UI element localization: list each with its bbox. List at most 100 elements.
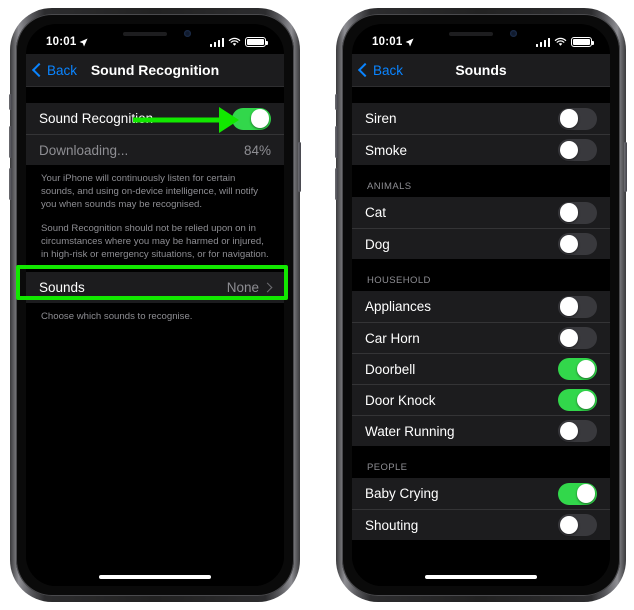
- footnote-2: Sound Recognition should not be relied u…: [41, 223, 269, 260]
- toggle-knob: [559, 109, 579, 128]
- row-downloading: Downloading... 84%: [26, 134, 284, 165]
- row-sound[interactable]: Car Horn: [352, 322, 610, 353]
- status-time-label: 10:01: [46, 36, 77, 48]
- status-icons: [209, 37, 268, 47]
- sound-label: Door Knock: [365, 392, 436, 408]
- location-arrow-icon: [79, 38, 88, 46]
- volume-down-button[interactable]: [9, 168, 12, 200]
- top-spacer: [26, 86, 284, 103]
- toggle-knob: [559, 203, 579, 222]
- battery-full-icon: [571, 37, 594, 47]
- navigation-bar: Back Sound Recognition: [26, 54, 284, 87]
- back-button[interactable]: Back: [352, 63, 403, 78]
- back-button[interactable]: Back: [26, 63, 77, 78]
- sounds-footnote-wrap: Choose which sounds to recognise.: [26, 303, 284, 323]
- section-header: HOUSEHOLD: [367, 275, 431, 286]
- power-button[interactable]: [624, 142, 627, 192]
- home-indicator[interactable]: [99, 575, 211, 579]
- wifi-icon: [554, 37, 567, 46]
- sound-label: Water Running: [365, 423, 455, 439]
- phone-sounds-list: 10:01 Back Sounds Siren Smoke ANIMALS Ca…: [335, 8, 627, 602]
- sound-recognition-label: Sound Recognition: [39, 111, 154, 126]
- downloading-label: Downloading...: [39, 142, 129, 158]
- volume-up-button[interactable]: [9, 126, 12, 158]
- row-sounds[interactable]: Sounds None: [26, 272, 284, 303]
- toggle-knob: [576, 390, 596, 410]
- mute-switch[interactable]: [335, 94, 338, 110]
- sound-toggle[interactable]: [558, 358, 597, 380]
- sound-toggle[interactable]: [558, 295, 597, 318]
- volume-up-button[interactable]: [335, 126, 338, 158]
- sounds-group: Sounds None: [26, 272, 284, 303]
- footnote-1: Your iPhone will continuously listen for…: [41, 173, 259, 210]
- status-time-label: 10:01: [372, 36, 403, 48]
- earpiece-speaker-icon: [449, 32, 493, 36]
- toggle-knob: [576, 359, 596, 379]
- sound-label: Appliances: [365, 299, 432, 314]
- sound-toggle[interactable]: [558, 482, 597, 505]
- phone-screen: 10:01 Back: [352, 24, 610, 586]
- row-sound[interactable]: Baby Crying: [352, 478, 610, 509]
- mute-switch[interactable]: [9, 94, 12, 110]
- row-sound[interactable]: Cat: [352, 197, 610, 228]
- home-indicator[interactable]: [425, 575, 537, 579]
- sound-toggle[interactable]: [558, 201, 597, 224]
- sound-toggle[interactable]: [558, 389, 597, 411]
- sound-label: Baby Crying: [365, 486, 439, 501]
- downloading-progress: 84%: [243, 142, 271, 158]
- phone-bezel: 10:01 Back: [16, 14, 294, 596]
- toggle-knob: [559, 297, 579, 316]
- back-button-label: Back: [373, 62, 404, 78]
- sound-toggle[interactable]: [558, 327, 597, 349]
- sound-toggle[interactable]: [558, 514, 597, 536]
- sounds-group: Siren Smoke: [352, 103, 610, 165]
- sound-toggle[interactable]: [558, 107, 597, 130]
- toggle-knob: [559, 234, 579, 254]
- sound-toggle[interactable]: [558, 139, 597, 161]
- phone-screen: 10:01 Back: [26, 24, 284, 586]
- notch: [423, 24, 539, 45]
- sound-label: Siren: [365, 111, 397, 126]
- phone-sound-recognition: 10:01 Back Sound Recognition Sound Recog…: [9, 8, 301, 602]
- sounds-value-wrap: None: [226, 280, 273, 295]
- volume-down-button[interactable]: [335, 168, 338, 200]
- toggle-knob: [250, 109, 270, 128]
- row-sound-recognition[interactable]: Sound Recognition: [26, 103, 284, 134]
- sounds-value: None: [226, 280, 259, 295]
- row-sound[interactable]: Door Knock: [352, 384, 610, 415]
- sound-recognition-footnotes: Your iPhone will continuously listen for…: [26, 165, 284, 261]
- sounds-group: Cat Dog: [352, 197, 610, 259]
- sound-label: Doorbell: [365, 361, 416, 377]
- status-time: 10:01: [46, 36, 88, 48]
- sound-label: Smoke: [365, 142, 408, 158]
- sound-label: Car Horn: [365, 330, 420, 346]
- sound-recognition-toggle[interactable]: [232, 107, 271, 130]
- toggle-knob: [559, 421, 579, 441]
- row-sound[interactable]: Appliances: [352, 291, 610, 322]
- row-sound[interactable]: Water Running: [352, 415, 610, 446]
- toggle-knob: [576, 484, 596, 503]
- row-sound[interactable]: Siren: [352, 103, 610, 134]
- row-sound[interactable]: Dog: [352, 228, 610, 259]
- cellular-bars-icon: [209, 37, 224, 47]
- power-button[interactable]: [298, 142, 301, 192]
- sounds-sections: Siren Smoke ANIMALS Cat Dog HOUSEHOLD Applianc…: [352, 86, 610, 540]
- front-camera-icon: [184, 30, 191, 37]
- row-sound[interactable]: Doorbell: [352, 353, 610, 384]
- sound-toggle[interactable]: [558, 420, 597, 442]
- sounds-label: Sounds: [39, 280, 85, 295]
- status-time: 10:01: [372, 36, 414, 48]
- front-camera-icon: [510, 30, 517, 37]
- sound-toggle[interactable]: [558, 233, 597, 255]
- toggle-knob: [559, 140, 579, 160]
- sound-label: Dog: [365, 236, 390, 252]
- toggle-knob: [559, 515, 579, 535]
- cellular-bars-icon: [535, 37, 550, 47]
- row-sound[interactable]: Smoke: [352, 134, 610, 165]
- chevron-left-icon: [357, 62, 373, 78]
- sounds-list-content: Siren Smoke ANIMALS Cat Dog HOUSEHOLD Applianc…: [352, 86, 610, 586]
- section-header: PEOPLE: [367, 462, 408, 473]
- row-sound[interactable]: Shouting: [352, 509, 610, 540]
- earpiece-speaker-icon: [123, 32, 167, 36]
- sounds-footnote: Choose which sounds to recognise.: [41, 311, 193, 322]
